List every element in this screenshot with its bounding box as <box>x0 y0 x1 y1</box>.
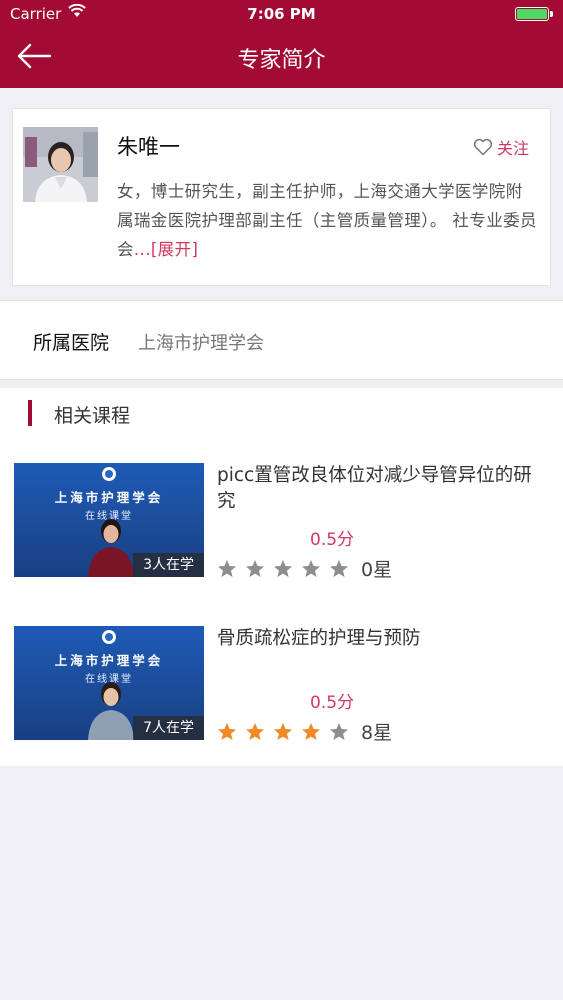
studying-count: 3人在学 <box>133 553 204 577</box>
hospital-value: 上海市护理学会 <box>138 333 264 354</box>
related-courses-section: 相关课程 上海市护理学会 在线课堂 3人在学 picc置管改良体位对减少导管异位… <box>0 388 563 766</box>
star-icon <box>246 559 264 577</box>
star-icon <box>218 559 236 577</box>
status-time: 7:06 PM <box>247 5 316 23</box>
course-title: 骨质疏松症的护理与预防 <box>217 628 421 649</box>
expand-link[interactable]: ...[展开] <box>134 240 198 259</box>
thumbnail-org-text: 上海市护理学会 <box>54 653 164 668</box>
star-icon <box>302 559 320 577</box>
follow-button[interactable]: 关注 <box>473 135 529 159</box>
course-title: picc置管改良体位对减少导管异位的研究 <box>217 465 532 512</box>
star-rating: 8星 <box>217 718 392 745</box>
expert-name: 朱唯一 <box>117 135 180 159</box>
course-score: 0.5分 <box>310 693 355 713</box>
star-icon <box>274 722 292 740</box>
hospital-label: 所属医院 <box>33 332 110 354</box>
star-icon <box>274 559 292 577</box>
section-accent-bar <box>28 400 32 426</box>
section-header: 相关课程 <box>0 388 563 438</box>
expert-bio: 女，博士研究生，副主任护师，上海交通大学医学院附属瑞金医院护理部副主任（主管质量… <box>117 177 537 264</box>
star-icon <box>330 559 348 577</box>
star-icon <box>302 722 320 740</box>
avatar <box>23 127 98 202</box>
course-item[interactable]: 上海市护理学会 在线课堂 7人在学 骨质疏松症的护理与预防 0.5分 8星 <box>0 626 563 746</box>
star-icon <box>218 722 236 740</box>
star-icon <box>246 722 264 740</box>
expert-profile-card: 朱唯一 关注 女，博士研究生，副主任护师，上海交通大学医学院附属瑞金医院护理部副… <box>12 108 551 286</box>
lecturer-image <box>88 682 134 740</box>
star-rating: 0星 <box>217 555 392 582</box>
follow-label: 关注 <box>497 139 530 158</box>
course-thumbnail: 上海市护理学会 在线课堂 3人在学 <box>14 463 204 577</box>
thumbnail-org-text: 上海市护理学会 <box>54 490 164 505</box>
studying-count: 7人在学 <box>133 716 204 740</box>
course-score: 0.5分 <box>310 530 355 550</box>
heart-icon <box>473 138 493 156</box>
star-icon <box>330 722 348 740</box>
top-bar: Carrier 7:06 PM 专家简介 <box>0 0 563 88</box>
rating-label: 0星 <box>361 559 393 581</box>
course-thumbnail: 上海市护理学会 在线课堂 7人在学 <box>14 626 204 740</box>
org-logo-icon <box>102 467 116 481</box>
hospital-row: 所属医院 上海市护理学会 <box>0 300 563 380</box>
org-logo-icon <box>102 630 116 644</box>
course-item[interactable]: 上海市护理学会 在线课堂 3人在学 picc置管改良体位对减少导管异位的研究 0… <box>0 463 563 583</box>
section-title: 相关课程 <box>54 405 131 427</box>
rating-label: 8星 <box>361 722 393 744</box>
page-title: 专家简介 <box>237 48 326 73</box>
lecturer-image <box>88 519 134 577</box>
status-bar: Carrier 7:06 PM <box>0 0 563 28</box>
battery-icon <box>515 7 553 21</box>
